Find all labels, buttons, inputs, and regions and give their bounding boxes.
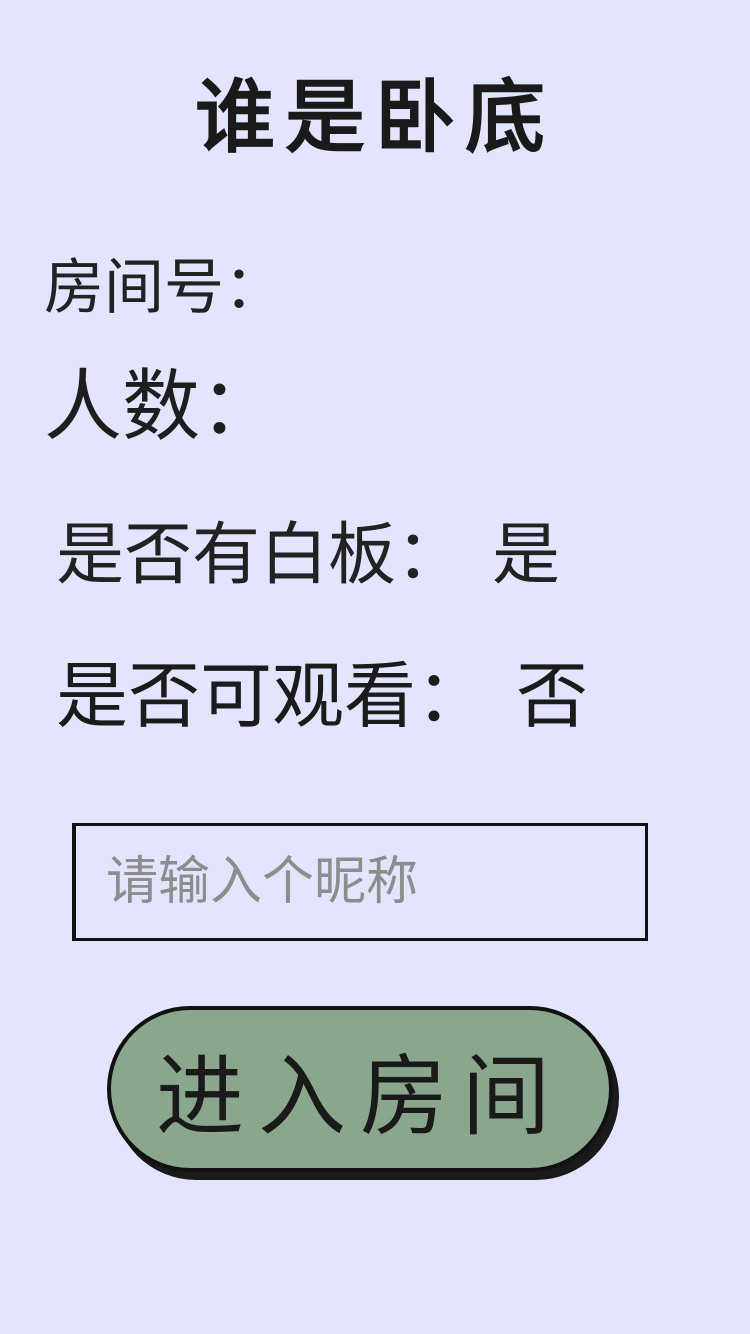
spectate-value: 否 bbox=[516, 654, 589, 738]
room-number-row: 房间号： bbox=[44, 258, 284, 318]
spectate-label: 是否可观看： bbox=[56, 654, 489, 738]
whiteboard-value: 是 bbox=[492, 516, 561, 595]
whiteboard-row: 是否有白板：是 bbox=[56, 522, 560, 590]
room-number-label: 房间号： bbox=[44, 253, 284, 323]
enter-room-button[interactable]: 进入房间 bbox=[107, 1006, 613, 1172]
page-title: 谁是卧底 bbox=[195, 71, 555, 164]
player-count-row: 人数： bbox=[44, 368, 278, 446]
whiteboard-label: 是否有白板： bbox=[56, 516, 465, 595]
player-count-label: 人数： bbox=[44, 362, 279, 452]
spectate-row: 是否可观看：否 bbox=[56, 660, 588, 732]
nickname-input[interactable] bbox=[72, 823, 648, 941]
